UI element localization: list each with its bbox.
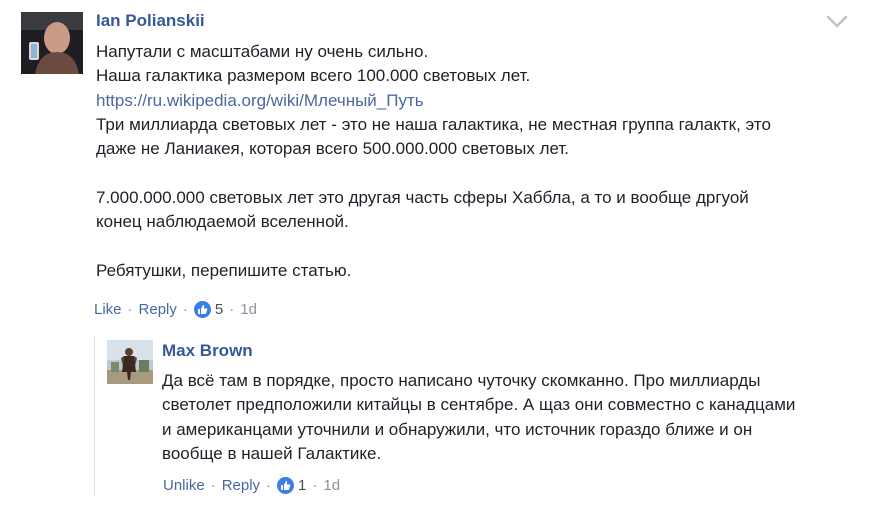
- reply-line: вообще в нашей Галактике.: [162, 443, 382, 463]
- comment-line: Напутали с масштабами ну очень сильно.: [96, 42, 429, 61]
- thumbs-up-icon[interactable]: [277, 477, 295, 494]
- comment-actions: Like · Reply · 5 · 1d: [94, 301, 257, 318]
- comment-line: даже не Ланиакея, которая всего 500.000.…: [96, 139, 570, 159]
- separator: ·: [182, 301, 188, 318]
- separator: ·: [229, 301, 235, 318]
- separator: ·: [210, 477, 216, 494]
- thumbs-up-icon[interactable]: [193, 301, 211, 318]
- avatar[interactable]: [21, 12, 83, 74]
- reply-body: Да всё там в порядке, просто написано чу…: [162, 369, 862, 466]
- wikipedia-link[interactable]: https://ru.wikipedia.org/wiki/Млечный_Пу…: [96, 91, 424, 110]
- like-button[interactable]: Like: [94, 301, 122, 318]
- separator: ·: [127, 301, 133, 318]
- comment-line: Наша галактика размером всего 100.000 св…: [96, 66, 531, 86]
- separator: ·: [266, 477, 272, 494]
- separator: ·: [312, 477, 318, 494]
- reply-line: и американцами уточнили и обнаружили, чт…: [162, 419, 753, 439]
- avatar[interactable]: [107, 340, 153, 384]
- unlike-button[interactable]: Unlike: [163, 477, 205, 494]
- comment-line: конец наблюдаемой вселенной.: [96, 212, 349, 232]
- reply-button[interactable]: Reply: [222, 477, 260, 494]
- reply-line: Да всё там в порядке, просто написано чу…: [162, 371, 761, 390]
- avatar-photo: [21, 12, 83, 74]
- timestamp[interactable]: 1d: [323, 477, 340, 494]
- reply-thread-line: [94, 336, 95, 496]
- comment-body: Напутали с масштабами ну очень сильно. Н…: [96, 40, 856, 283]
- comment-line: Три миллиарда световых лет - это не наша…: [96, 114, 771, 134]
- comment-line: 7.000.000.000 световых лет это другая ча…: [96, 187, 749, 207]
- reply-author[interactable]: Max Brown: [162, 341, 253, 361]
- reaction-count[interactable]: 5: [215, 301, 223, 318]
- reply-line: светолет предположили китайцы в сентябре…: [162, 395, 796, 415]
- comment-author[interactable]: Ian Polianskii: [96, 11, 205, 31]
- comment-thread: Ian Polianskii Напутали с масштабами ну …: [0, 0, 883, 511]
- chevron-down-icon[interactable]: [826, 14, 848, 30]
- avatar-photo: [107, 340, 153, 384]
- reply-actions: Unlike · Reply · 1 · 1d: [163, 477, 340, 494]
- timestamp[interactable]: 1d: [240, 301, 257, 318]
- reply-button[interactable]: Reply: [139, 301, 177, 318]
- reaction-count[interactable]: 1: [298, 477, 306, 494]
- comment-line: Ребятушки, перепишите статью.: [96, 260, 352, 280]
